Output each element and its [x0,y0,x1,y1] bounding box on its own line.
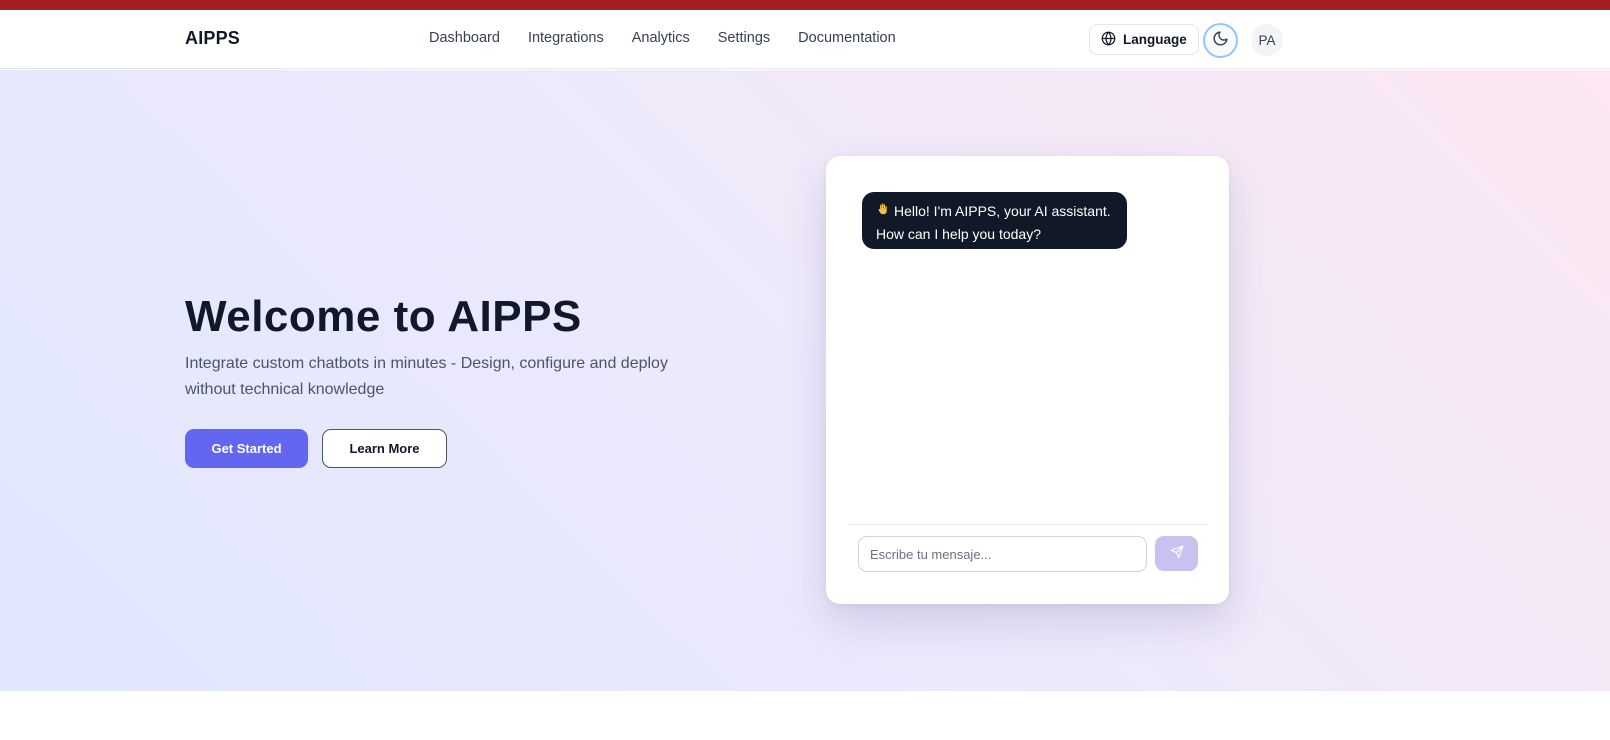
send-icon [1170,545,1184,562]
nav-link-analytics[interactable]: Analytics [632,30,690,46]
send-button[interactable] [1155,536,1198,571]
user-avatar[interactable]: PA [1251,24,1283,56]
brand-logo[interactable]: AIPPS [185,28,240,49]
nav-link-settings[interactable]: Settings [718,30,770,46]
top-accent-strip [0,0,1610,10]
main-nav: Dashboard Integrations Analytics Setting… [429,30,896,46]
bot-message-text: Hello! I'm AIPPS, your AI assistant. How… [876,203,1111,242]
moon-icon [1212,30,1229,52]
globe-icon [1101,31,1116,49]
hero-subtitle: Integrate custom chatbots in minutes - D… [185,355,668,398]
chat-divider [848,524,1208,525]
chat-widget: Hello! I'm AIPPS, your AI assistant. How… [826,156,1229,604]
get-started-button[interactable]: Get Started [185,429,308,468]
top-navbar: AIPPS Dashboard Integrations Analytics S… [0,10,1610,69]
theme-toggle-button[interactable] [1203,23,1238,58]
nav-link-documentation[interactable]: Documentation [798,30,896,46]
learn-more-button[interactable]: Learn More [322,429,447,468]
language-label: Language [1123,32,1187,47]
chat-message-input[interactable] [858,536,1147,572]
hero-title: Welcome to AIPPS [185,292,582,341]
hero-section: Welcome to AIPPS Integrate custom chatbo… [0,70,1610,691]
nav-link-integrations[interactable]: Integrations [528,30,604,46]
language-button[interactable]: Language [1089,24,1199,55]
nav-link-dashboard[interactable]: Dashboard [429,30,500,46]
waving-hand-icon [876,201,890,223]
bot-message-bubble: Hello! I'm AIPPS, your AI assistant. How… [862,192,1127,249]
